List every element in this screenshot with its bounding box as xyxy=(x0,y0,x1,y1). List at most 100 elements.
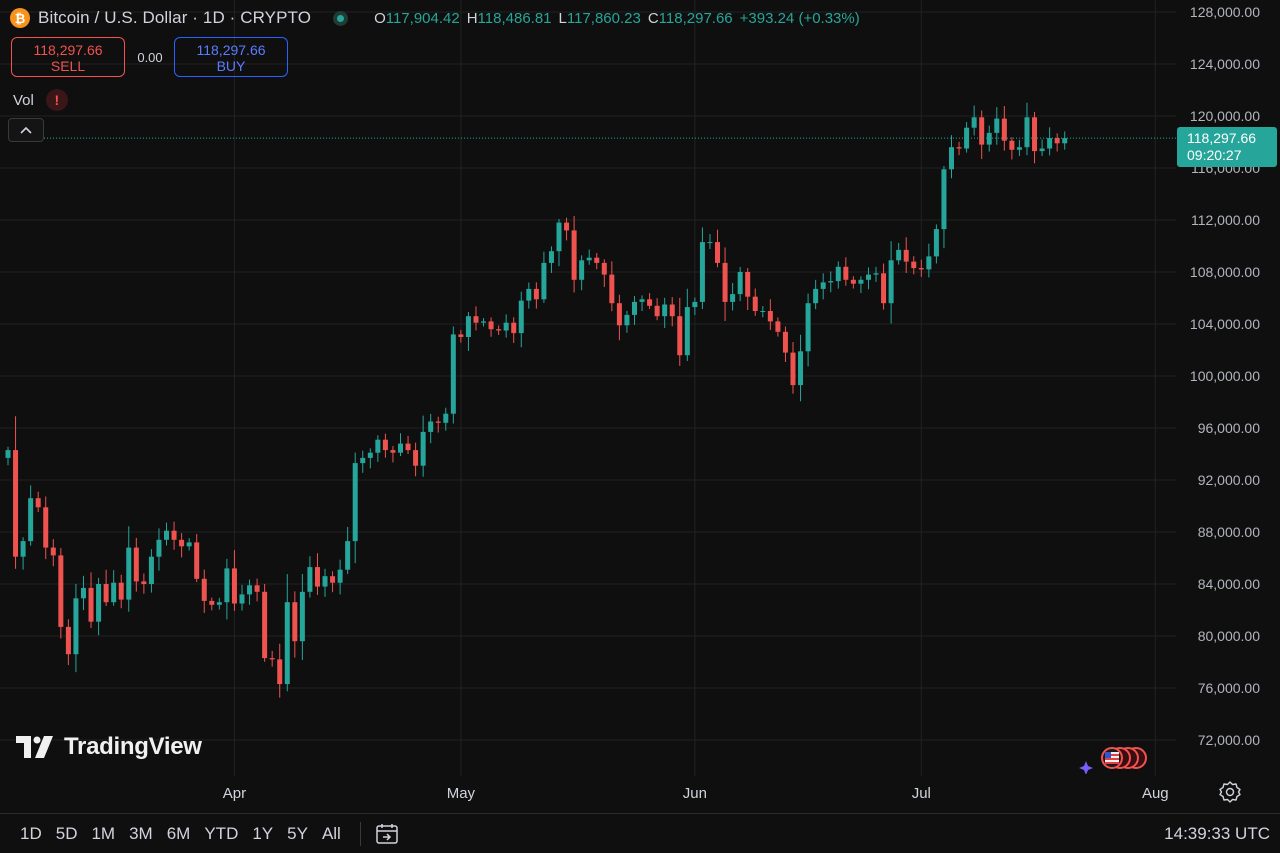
collapse-legend-button[interactable] xyxy=(8,118,44,142)
y-tick-label: 88,000.00 xyxy=(1198,524,1260,540)
candle-body xyxy=(903,249,909,262)
candle-body xyxy=(1054,138,1060,144)
tradingview-logo-icon xyxy=(16,736,53,758)
candle-body xyxy=(35,498,41,508)
range-5y[interactable]: 5Y xyxy=(280,824,315,844)
economic-events-icon[interactable] xyxy=(1076,744,1156,774)
candle-body xyxy=(503,322,509,331)
market-status-icon[interactable] xyxy=(333,10,349,26)
candle-body xyxy=(1009,140,1015,150)
candle-body xyxy=(858,279,864,284)
candle-body xyxy=(715,242,721,263)
warning-icon[interactable]: ! xyxy=(45,89,68,111)
candle-body xyxy=(28,498,34,542)
candle-body xyxy=(888,260,894,304)
candle-body xyxy=(873,273,879,275)
candle-body xyxy=(994,118,1000,133)
sell-button[interactable]: 118,297.66 SELL xyxy=(11,37,125,77)
chevron-up-icon xyxy=(20,126,32,134)
candle-body xyxy=(299,591,305,642)
candlestick-series xyxy=(5,102,1068,698)
x-tick-label: Aug xyxy=(1142,785,1169,802)
toolbar-divider xyxy=(359,821,361,846)
candle-body xyxy=(707,242,713,244)
candle-body xyxy=(865,274,871,280)
candle-body xyxy=(13,450,19,557)
symbol-header: ₿ Bitcoin / U.S. Dollar · 1D · CRYPTO O1… xyxy=(10,6,867,30)
bitcoin-icon[interactable]: ₿ xyxy=(10,8,30,28)
y-tick-label: 108,000.00 xyxy=(1190,264,1260,280)
candle-body xyxy=(292,602,298,642)
buy-button[interactable]: 118,297.66 BUY xyxy=(174,37,288,77)
y-tick-label: 80,000.00 xyxy=(1198,628,1260,644)
range-1m[interactable]: 1M xyxy=(84,824,122,844)
candle-body xyxy=(911,261,917,269)
range-all[interactable]: All xyxy=(315,824,348,844)
candle-body xyxy=(496,329,502,331)
candle-body xyxy=(971,117,977,128)
low-key: L xyxy=(558,9,567,27)
candle-body xyxy=(148,556,154,584)
candle-body xyxy=(352,463,358,542)
candle-body xyxy=(586,257,592,261)
candle-body xyxy=(601,262,607,275)
candle-body xyxy=(692,301,698,308)
brand-name: TradingView xyxy=(64,733,202,760)
candle-body xyxy=(277,659,283,685)
open-key: O xyxy=(374,9,386,27)
volume-legend[interactable]: Vol ! xyxy=(13,89,68,111)
candle-body xyxy=(745,272,751,297)
candle-body xyxy=(526,288,532,301)
candle-body xyxy=(224,568,230,603)
candle-body xyxy=(684,307,690,356)
range-5d[interactable]: 5D xyxy=(49,824,85,844)
candle-body xyxy=(156,539,162,557)
bar-countdown: 09:20:27 xyxy=(1187,147,1242,163)
candle-body xyxy=(850,279,856,284)
candle-body xyxy=(201,578,207,601)
candle-body xyxy=(330,576,336,583)
candle-body xyxy=(782,331,788,353)
y-tick-label: 112,000.00 xyxy=(1191,212,1260,228)
candle-body xyxy=(722,262,728,302)
time-axis[interactable]: Apr May Jun Jul Aug xyxy=(223,785,1169,802)
tradingview-logo[interactable]: TradingView xyxy=(16,733,202,761)
x-tick-label: Jul xyxy=(912,785,931,802)
price-chart[interactable]: 72,000.00 76,000.00 80,000.00 84,000.00 88,0… xyxy=(0,0,1280,853)
y-tick-label: 72,000.00 xyxy=(1198,732,1260,748)
high-key: H xyxy=(466,9,478,27)
candle-body xyxy=(443,413,449,423)
candle-body xyxy=(58,555,64,627)
price-axis[interactable]: 72,000.00 76,000.00 80,000.00 84,000.00 88,0… xyxy=(1190,4,1260,748)
range-3m[interactable]: 3M xyxy=(122,824,160,844)
spread-value: 0.00 xyxy=(137,50,163,65)
candle-body xyxy=(639,299,645,302)
high-value: 118,486.81 xyxy=(477,9,552,27)
candle-body xyxy=(231,568,237,604)
y-tick-label: 120,000.00 xyxy=(1190,108,1260,124)
candle-body xyxy=(631,301,637,315)
candle-body xyxy=(65,626,71,655)
candle-body xyxy=(488,321,494,330)
candle-body xyxy=(843,266,849,280)
candle-body xyxy=(458,334,464,337)
range-ytd[interactable]: YTD xyxy=(197,824,245,844)
candle-body xyxy=(896,249,902,261)
buy-price: 118,297.66 xyxy=(196,42,266,58)
date-range-icon[interactable] xyxy=(375,823,399,845)
range-6m[interactable]: 6M xyxy=(160,824,198,844)
gear-icon[interactable] xyxy=(1218,780,1242,804)
candle-body xyxy=(450,334,456,414)
open-value: 117,904.42 xyxy=(385,9,460,27)
candle-body xyxy=(50,547,56,556)
ohlc-values: O 117,904.42 H 118,486.81 L 117,860.23 C 118… xyxy=(374,10,867,27)
candle-body xyxy=(80,587,86,599)
candle-body xyxy=(126,547,132,600)
candle-body xyxy=(103,584,109,603)
range-1d[interactable]: 1D xyxy=(13,824,49,844)
candle-body xyxy=(367,452,373,458)
range-1y[interactable]: 1Y xyxy=(245,824,280,844)
symbol-title[interactable]: Bitcoin / U.S. Dollar · 1D · CRYPTO xyxy=(38,8,311,28)
candle-body xyxy=(624,314,630,326)
utc-clock[interactable]: 14:39:33 UTC xyxy=(1164,824,1270,844)
